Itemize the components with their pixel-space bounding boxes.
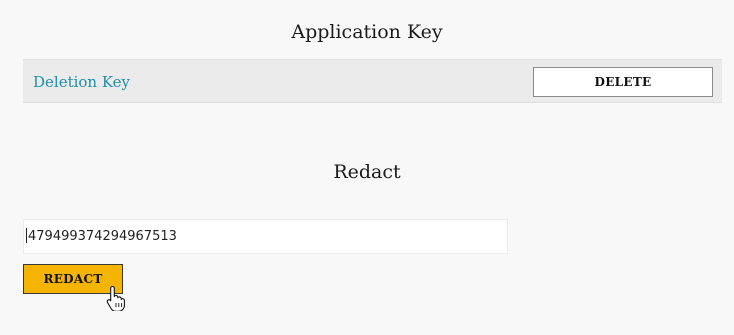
application-key-title: Application Key bbox=[291, 21, 443, 43]
deletion-key-link[interactable]: Deletion Key bbox=[33, 72, 130, 92]
hand-pointer-icon bbox=[106, 285, 125, 311]
text-caret bbox=[26, 228, 27, 243]
redact-title: Redact bbox=[333, 161, 401, 183]
redact-input[interactable]: 479499374294967513 bbox=[23, 219, 508, 254]
delete-button[interactable]: DELETE bbox=[533, 67, 713, 97]
deletion-key-row: Deletion Key DELETE bbox=[23, 59, 722, 103]
redact-input-value: 479499374294967513 bbox=[28, 229, 177, 244]
